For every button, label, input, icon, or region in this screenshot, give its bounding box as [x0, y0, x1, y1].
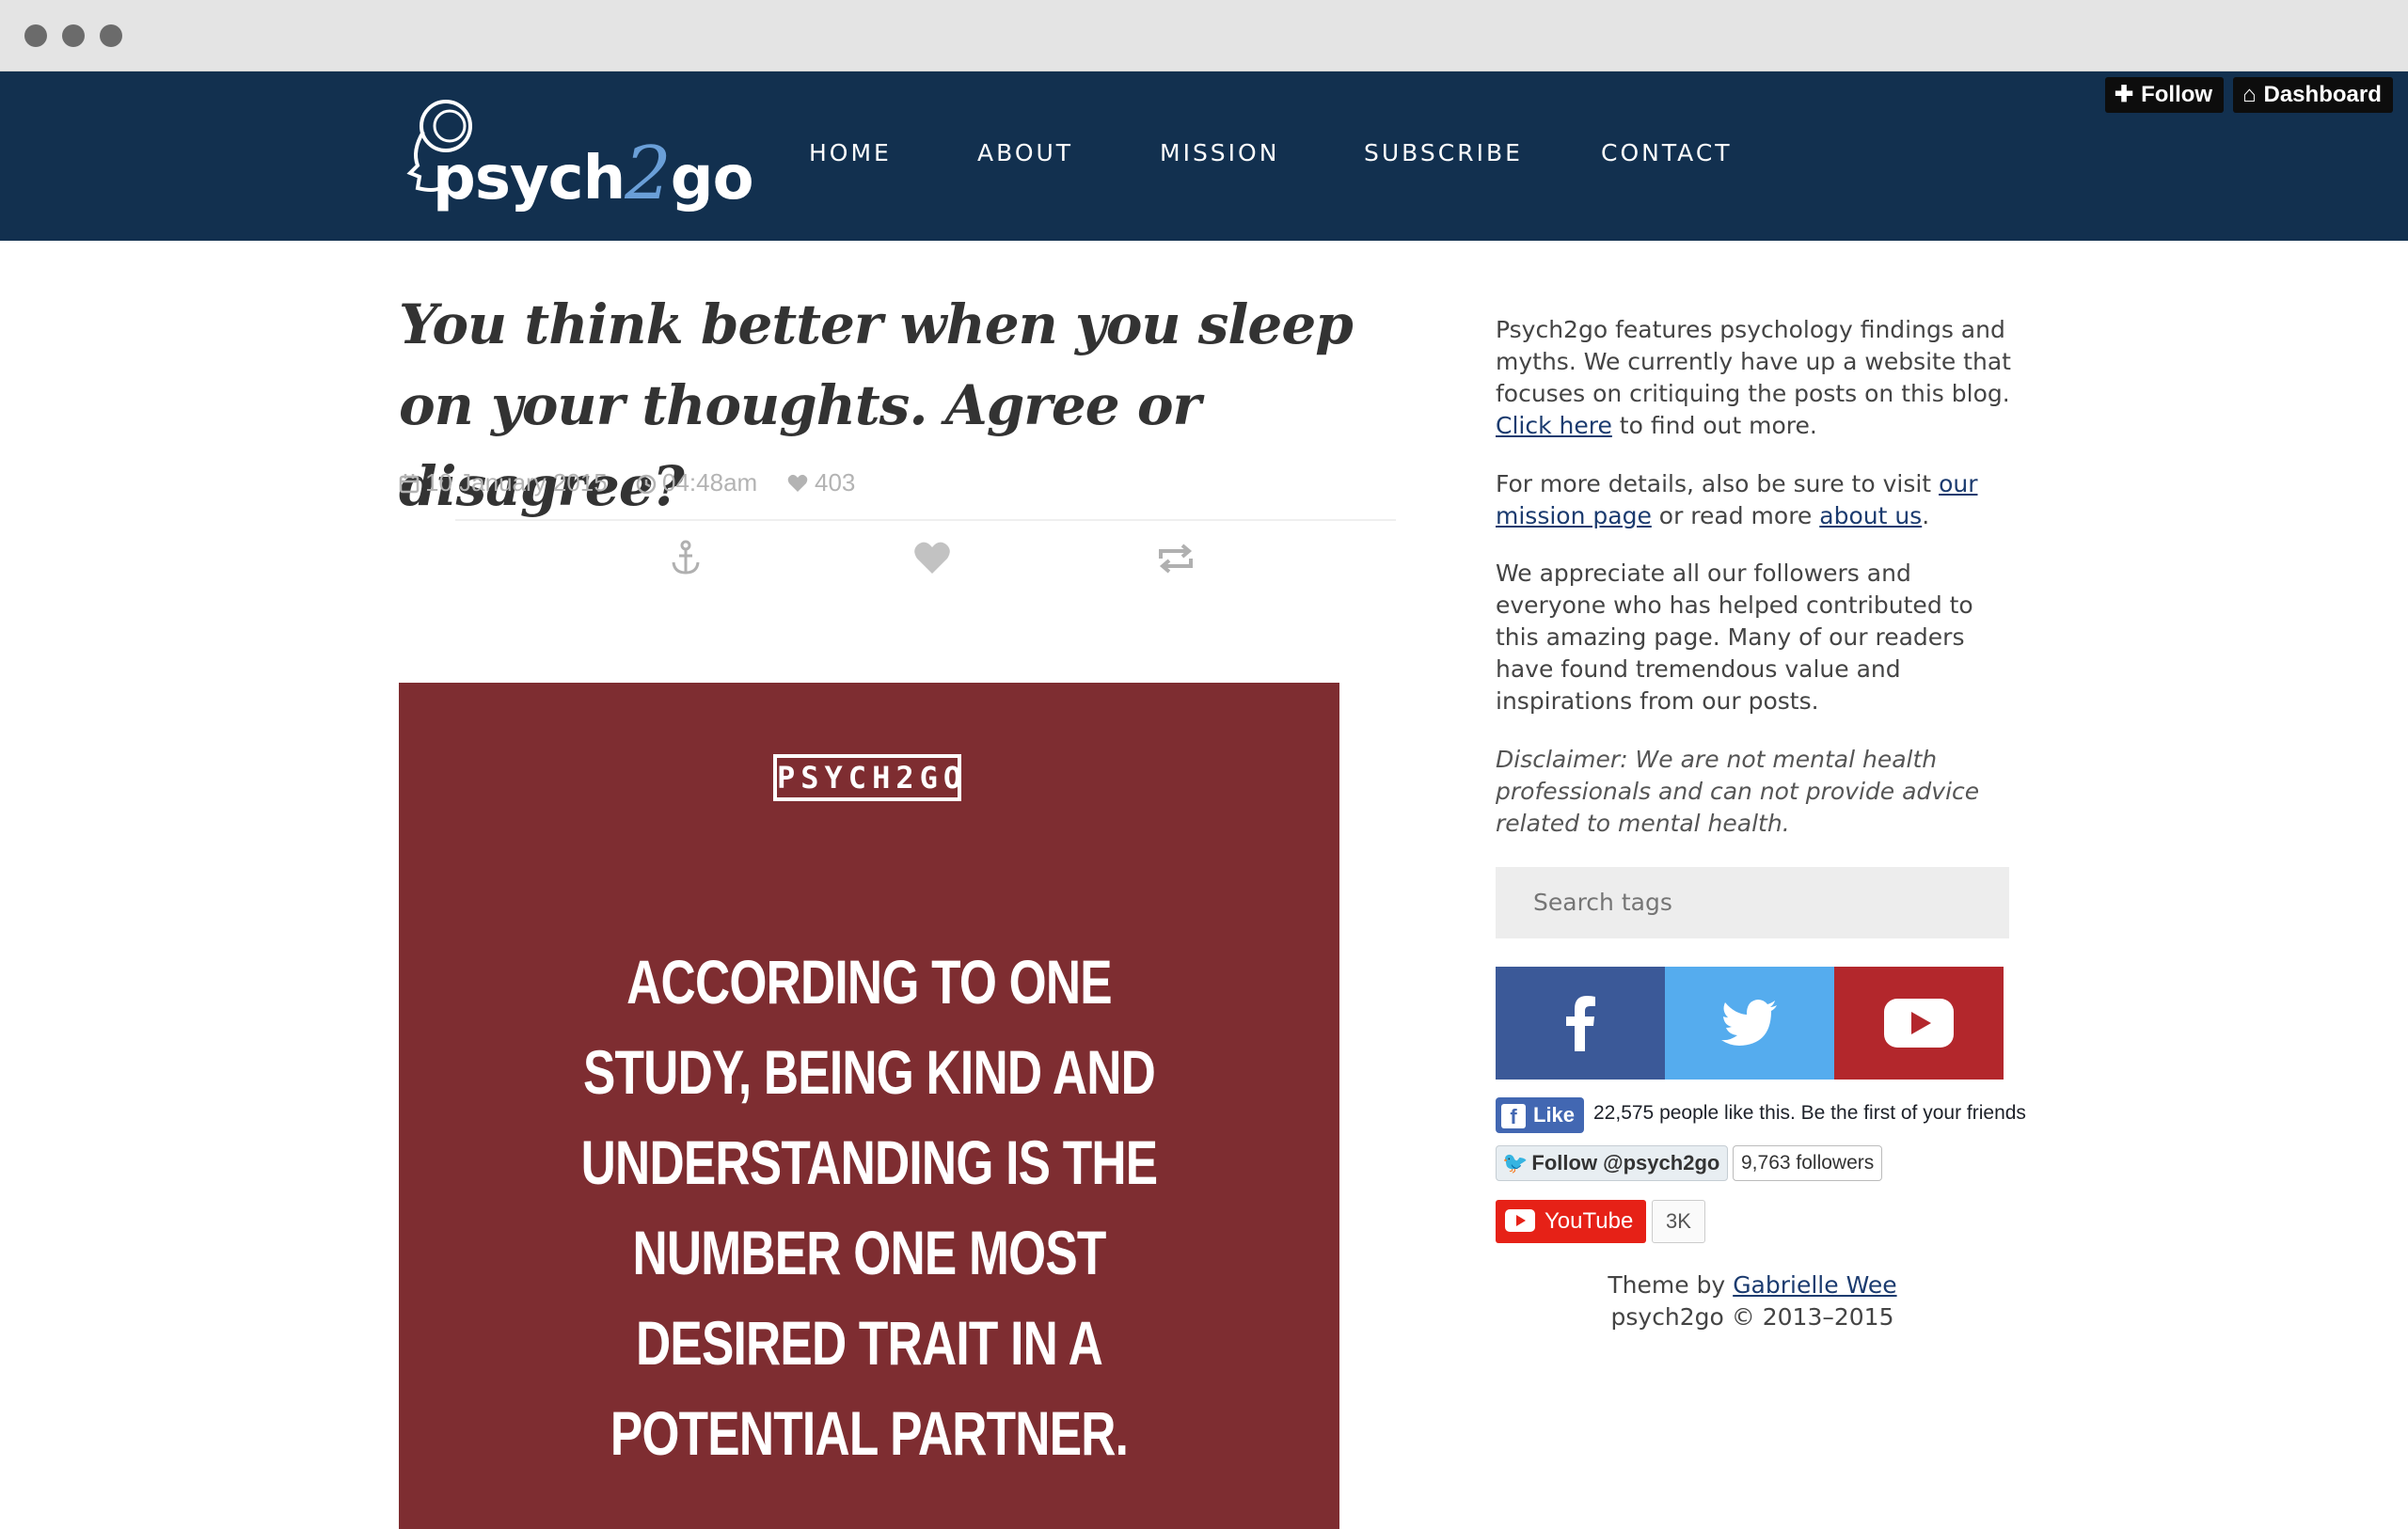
- window-minimize-dot[interactable]: [62, 24, 85, 47]
- post-time[interactable]: 04:48am: [636, 468, 757, 497]
- facebook-small-icon: f: [1501, 1104, 1526, 1128]
- plus-icon: ✚: [2115, 82, 2134, 107]
- facebook-like-button[interactable]: f Like: [1496, 1097, 1585, 1133]
- sidebar-details-mid: or read more: [1651, 502, 1820, 529]
- nav-contact[interactable]: CONTACT: [1601, 139, 1733, 166]
- nav-mission[interactable]: MISSION: [1160, 139, 1279, 166]
- image-quote: ACCORDING TO ONE STUDY, BEING KIND AND U…: [580, 947, 1158, 1468]
- window-close-dot[interactable]: [24, 24, 47, 47]
- twitter-small-icon: 🐦: [1502, 1151, 1529, 1174]
- logo-text-two: 2: [625, 132, 672, 216]
- youtube-icon: [1884, 999, 1954, 1048]
- follow-button[interactable]: ✚ Follow: [2105, 77, 2225, 113]
- calendar-icon: [399, 474, 420, 494]
- window-zoom-dot[interactable]: [100, 24, 122, 47]
- sidebar-details-tail: .: [1922, 502, 1930, 529]
- sidebar-intro-text: Psych2go features psychology findings an…: [1496, 316, 2011, 407]
- dashboard-button[interactable]: ⌂ Dashboard: [2233, 77, 2393, 113]
- post-image[interactable]: PSYCH2GO ACCORDING TO ONE STUDY, BEING K…: [399, 683, 1339, 1529]
- sidebar-appreciation: We appreciate all our followers and ever…: [1496, 560, 1973, 715]
- dashboard-button-label: Dashboard: [2263, 82, 2382, 107]
- logo-wordmark: psych2go: [433, 132, 754, 216]
- post-time-text: 04:48am: [662, 468, 758, 497]
- sidebar-details-text: For more details, also be sure to visit: [1496, 470, 1940, 497]
- site-logo[interactable]: psych2go: [399, 94, 754, 216]
- youtube-small-icon: [1505, 1209, 1535, 1232]
- nav-home[interactable]: HOME: [809, 139, 892, 166]
- youtube-button[interactable]: [1834, 967, 2004, 1080]
- nav-about[interactable]: ABOUT: [977, 139, 1073, 166]
- sidebar-intro: Psych2go features psychology findings an…: [1496, 314, 2022, 442]
- sidebar-intro-tail: to find out more.: [1611, 412, 1817, 439]
- theme-author-link[interactable]: Gabrielle Wee: [1733, 1271, 1896, 1299]
- follow-button-label: Follow: [2141, 82, 2213, 107]
- like-heart-icon[interactable]: [911, 538, 953, 579]
- post-date[interactable]: 10 January 2015: [399, 468, 608, 497]
- post-date-text: 10 January 2015: [425, 468, 608, 497]
- reblog-icon[interactable]: [1155, 538, 1196, 579]
- home-icon: ⌂: [2242, 82, 2257, 107]
- youtube-button-label: YouTube: [1545, 1208, 1634, 1234]
- facebook-like-count: 22,575 people like this. Be the first of…: [1593, 1102, 2026, 1124]
- image-badge: PSYCH2GO: [773, 754, 961, 801]
- post-divider: [455, 519, 1396, 521]
- clock-icon: [636, 474, 657, 495]
- twitter-follow-button[interactable]: 🐦 Follow @psych2go: [1496, 1145, 1729, 1181]
- facebook-icon: [1566, 996, 1595, 1051]
- about-us-link[interactable]: about us: [1819, 502, 1922, 529]
- heart-small-icon: [787, 474, 808, 492]
- post-notes[interactable]: 403: [786, 468, 855, 497]
- twitter-button[interactable]: [1665, 967, 1834, 1080]
- nav-subscribe[interactable]: SUBSCRIBE: [1364, 139, 1523, 166]
- site-header: psych2go HOME ABOUT MISSION SUBSCRIBE CO…: [0, 71, 2408, 241]
- theme-credit: Theme by Gabrielle Wee psych2go © 2013–2…: [1496, 1269, 2009, 1333]
- youtube-subscriber-count: 3K: [1652, 1200, 1705, 1243]
- sidebar-disclaimer: Disclaimer: We are not mental health pro…: [1496, 744, 2022, 840]
- logo-text-left: psych: [433, 144, 626, 213]
- search-tags-input[interactable]: [1496, 867, 2009, 938]
- copyright-text: psych2go © 2013–2015: [1610, 1303, 1894, 1331]
- facebook-button[interactable]: [1496, 967, 1665, 1080]
- facebook-like-label: Like: [1533, 1103, 1576, 1127]
- anchor-icon[interactable]: [665, 538, 706, 579]
- twitter-follow-label: Follow @psych2go: [1531, 1151, 1720, 1174]
- disclaimer-text: Disclaimer: We are not mental health pro…: [1496, 746, 1980, 837]
- twitter-followers-count: 9,763 followers: [1733, 1145, 1883, 1181]
- theme-by-text: Theme by: [1608, 1271, 1734, 1299]
- twitter-icon: [1721, 1000, 1777, 1046]
- youtube-subscribe-button[interactable]: YouTube: [1496, 1200, 1647, 1243]
- logo-text-right: go: [670, 144, 754, 213]
- post-notes-count: 403: [815, 468, 856, 497]
- sidebar-details: For more details, also be sure to visit …: [1496, 468, 2022, 532]
- browser-chrome: [0, 0, 2408, 71]
- click-here-link[interactable]: Click here: [1496, 412, 1612, 439]
